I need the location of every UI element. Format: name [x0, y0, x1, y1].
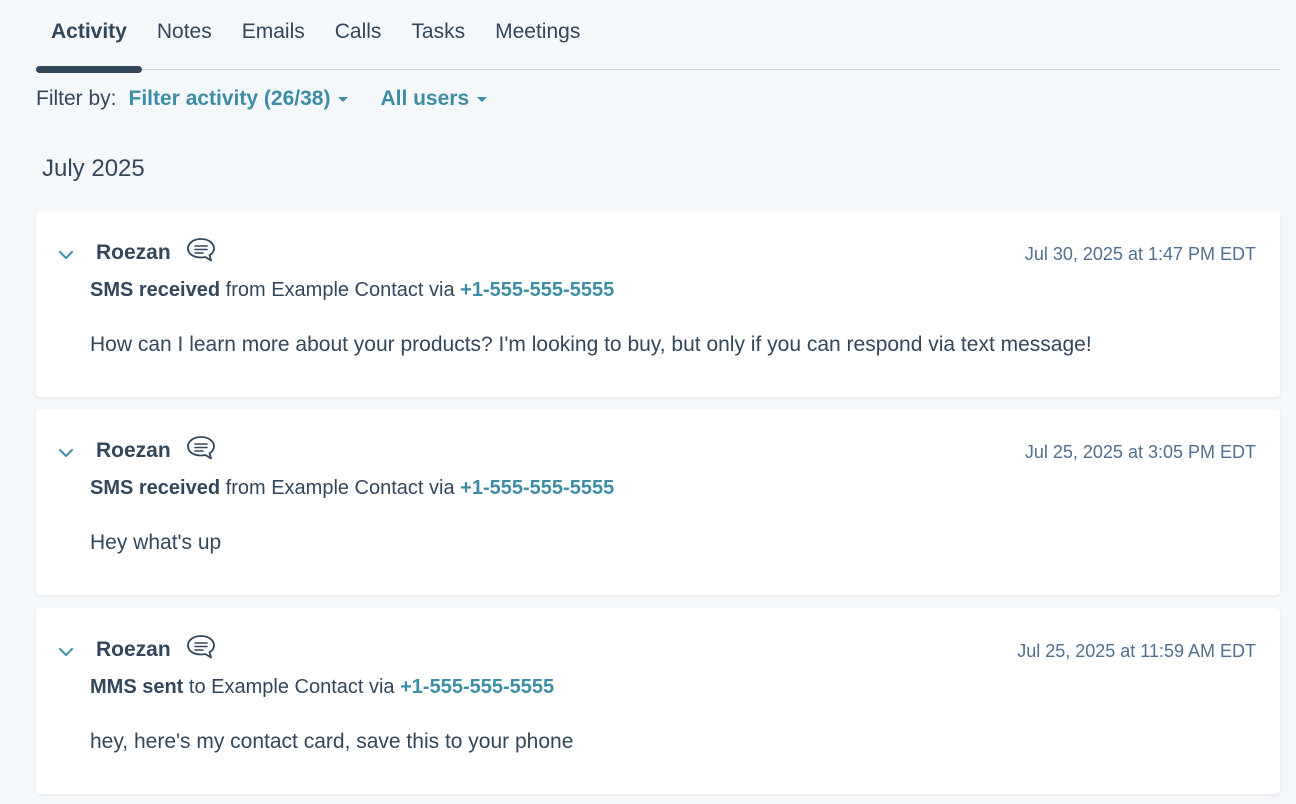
- activity-summary: SMS received from Example Contact via +1…: [90, 477, 614, 500]
- chevron-down-icon[interactable]: [58, 445, 74, 461]
- caret-down-icon: [338, 96, 349, 102]
- chat-bubble-icon: [187, 238, 215, 262]
- tab-notes[interactable]: Notes: [142, 0, 227, 70]
- chat-bubble-icon: [187, 436, 215, 460]
- activity-timestamp: Jul 25, 2025 at 11:59 AM EDT: [1017, 641, 1256, 661]
- phone-link[interactable]: +1-555-555-5555: [460, 477, 614, 499]
- activity-card: Roezan Jul 25, 2025 at 11:59 AM EDT MMS …: [36, 608, 1280, 794]
- phone-link[interactable]: +1-555-555-5555: [460, 279, 614, 301]
- caret-down-icon: [477, 96, 488, 102]
- activity-summary: SMS received from Example Contact via +1…: [90, 279, 614, 302]
- filter-activity-dropdown[interactable]: Filter activity (26/38): [129, 87, 349, 111]
- activity-timestamp: Jul 25, 2025 at 3:05 PM EDT: [1024, 442, 1256, 462]
- activity-connector: from Example Contact via: [220, 477, 461, 499]
- activity-action: SMS received: [90, 477, 221, 499]
- tab-calls[interactable]: Calls: [320, 0, 397, 70]
- all-users-dropdown[interactable]: All users: [380, 87, 488, 111]
- activity-body: How can I learn more about your products…: [90, 333, 1092, 356]
- activity-connector: to Example Contact via: [183, 676, 401, 698]
- activity-timestamp: Jul 30, 2025 at 1:47 PM EDT: [1024, 244, 1256, 264]
- tab-bar: Activity Notes Emails Calls Tasks Meetin…: [36, 0, 1280, 73]
- filter-label: Filter by:: [36, 87, 117, 110]
- activity-action: MMS sent: [90, 676, 184, 698]
- activity-author[interactable]: Roezan: [96, 439, 171, 463]
- activity-body: hey, here's my contact card, save this t…: [90, 730, 574, 753]
- chat-bubble-icon: [187, 635, 215, 659]
- tab-meetings[interactable]: Meetings: [480, 0, 595, 70]
- activity-author[interactable]: Roezan: [96, 638, 171, 662]
- chevron-down-icon[interactable]: [58, 247, 74, 263]
- activity-card: Roezan Jul 25, 2025 at 3:05 PM EDT SMS r…: [36, 409, 1280, 595]
- phone-link[interactable]: +1-555-555-5555: [400, 676, 554, 698]
- activity-author[interactable]: Roezan: [96, 241, 171, 265]
- month-heading: July 2025: [42, 155, 145, 182]
- activity-card: Roezan Jul 30, 2025 at 1:47 PM EDT SMS r…: [36, 211, 1280, 397]
- filter-row: Filter by: Filter activity (26/38) All u…: [36, 85, 519, 113]
- tab-emails[interactable]: Emails: [227, 0, 320, 70]
- tab-activity[interactable]: Activity: [36, 0, 142, 73]
- activity-connector: from Example Contact via: [220, 279, 461, 301]
- chevron-down-icon[interactable]: [58, 644, 74, 660]
- filter-activity-label: Filter activity (26/38): [128, 87, 331, 110]
- activity-summary: MMS sent to Example Contact via +1-555-5…: [90, 676, 554, 699]
- tab-tasks[interactable]: Tasks: [396, 0, 480, 70]
- activity-action: SMS received: [90, 279, 221, 301]
- activity-body: Hey what's up: [90, 531, 222, 554]
- all-users-label: All users: [380, 87, 470, 110]
